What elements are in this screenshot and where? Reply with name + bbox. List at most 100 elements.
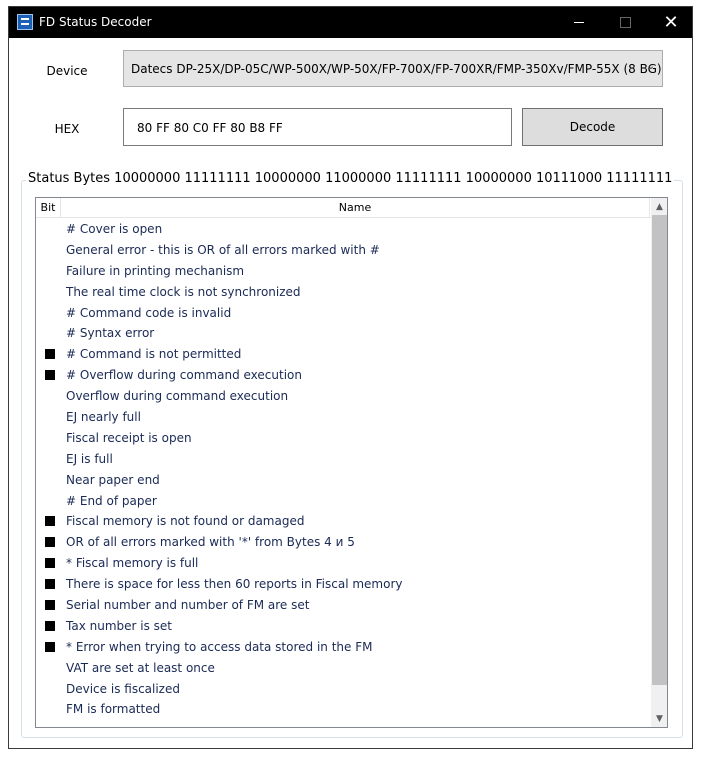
list-item-name: # End of paper [66, 493, 157, 508]
status-bits-list[interactable]: Bit Name # Cover is open General error - … [35, 197, 668, 728]
list-item[interactable]: * Fiscal memory is full [36, 553, 651, 574]
list-item[interactable]: # End of paper [36, 491, 651, 512]
bit-clear-icon [45, 704, 55, 714]
decode-button[interactable]: Decode [522, 108, 663, 146]
list-item-name: Tax number is set [66, 618, 173, 633]
bit-set-icon [45, 349, 55, 360]
scrollbar-thumb[interactable] [652, 215, 667, 685]
list-item[interactable]: Overflow during command execution [36, 386, 651, 407]
minimize-button[interactable] [556, 7, 602, 38]
list-item[interactable]: OR of all errors marked with '*' from By… [36, 532, 651, 553]
list-item[interactable]: Tax number is set [36, 616, 651, 637]
list-item[interactable]: Serial number and number of FM are set [36, 595, 651, 616]
list-item-name: # Command is not permitted [66, 347, 242, 362]
close-icon: ✕ [663, 12, 679, 33]
list-item-name: Near paper end [66, 472, 160, 487]
bit-clear-icon [45, 308, 55, 318]
list-item[interactable]: # Cover is open [36, 219, 651, 240]
list-item-name: General error - this is OR of all errors… [66, 242, 380, 257]
bit-set-icon [45, 537, 55, 548]
hex-label: HEX [54, 122, 80, 136]
app-window: FD Status Decoder ✕ Device Datecs DP-25X… [8, 6, 693, 749]
list-item-name: The real time clock is not synchronized [66, 284, 301, 299]
bit-set-icon [45, 558, 55, 569]
scroll-down-icon[interactable]: ▼ [651, 710, 667, 727]
bit-set-icon [45, 620, 55, 631]
list-item[interactable]: # Command code is invalid [36, 303, 651, 324]
list-item-name: # Cover is open [66, 222, 163, 236]
list-item[interactable]: VAT are set at least once [36, 658, 651, 679]
list-item[interactable]: Near paper end [36, 470, 651, 491]
list-rows: # Cover is open General error - this is O… [36, 219, 651, 720]
list-item-name: VAT are set at least once [66, 660, 215, 675]
bit-clear-icon [45, 245, 55, 255]
bit-clear-icon [45, 391, 55, 401]
list-item[interactable]: # Syntax error [36, 323, 651, 344]
bit-clear-icon [45, 412, 55, 422]
bit-clear-icon [45, 475, 55, 485]
minimize-icon [574, 22, 584, 23]
status-bytes-title: Status Bytes 10000000 11111111 10000000 … [26, 170, 675, 188]
device-label: Device [46, 64, 88, 78]
window-title: FD Status Decoder [39, 15, 152, 29]
device-combobox-value: Datecs DP-25X/DP-05C/WP-500X/WP-50X/FP-7… [131, 62, 662, 76]
bit-clear-icon [45, 684, 55, 694]
list-item[interactable]: # Overflow during command execution [36, 365, 651, 386]
list-item[interactable]: Failure in printing mechanism [36, 261, 651, 282]
list-item[interactable]: Device is fiscalized [36, 679, 651, 700]
bit-set-icon [45, 370, 55, 381]
list-item-name: * Error when trying to access data store… [66, 639, 373, 654]
list-item-name: Serial number and number of FM are set [66, 598, 310, 613]
list-item-name: EJ is full [66, 451, 113, 466]
maximize-icon [619, 17, 631, 28]
list-item[interactable]: General error - this is OR of all errors… [36, 240, 651, 261]
column-header-bit[interactable]: Bit [36, 198, 61, 217]
bit-set-icon [45, 600, 55, 611]
list-item-name: OR of all errors marked with '*' from By… [66, 535, 355, 550]
list-item[interactable]: * Error when trying to access data store… [36, 637, 651, 658]
bit-clear-icon [45, 266, 55, 276]
list-item-name: There is space for less then 60 reports … [66, 577, 403, 592]
hex-input-value: 80 FF 80 C0 FF 80 B8 FF [137, 121, 283, 135]
list-item-name: EJ nearly full [66, 410, 141, 425]
bit-clear-icon [45, 496, 55, 506]
list-item[interactable]: EJ nearly full [36, 407, 651, 428]
close-button[interactable]: ✕ [648, 7, 694, 38]
list-item-name: # Syntax error [66, 326, 155, 341]
bit-clear-icon [45, 454, 55, 464]
scroll-up-icon[interactable]: ▲ [651, 198, 667, 215]
maximize-button[interactable] [602, 7, 648, 38]
bit-set-icon [45, 516, 55, 527]
list-item-name: Fiscal memory is not found or damaged [66, 514, 305, 529]
list-item[interactable]: The real time clock is not synchronized [36, 282, 651, 303]
list-item[interactable]: # Command is not permitted [36, 344, 651, 365]
vertical-scrollbar[interactable]: ▲ ▼ [651, 198, 667, 727]
list-item[interactable]: FM is formatted [36, 699, 651, 720]
list-item-name: FM is formatted [66, 702, 161, 717]
list-item[interactable]: Fiscal receipt is open [36, 428, 651, 449]
bit-set-icon [45, 579, 55, 590]
title-bar[interactable]: FD Status Decoder ✕ [9, 7, 692, 38]
list-item-name: Device is fiscalized [66, 681, 180, 696]
list-item-name: # Overflow during command execution [66, 368, 302, 383]
list-item[interactable]: EJ is full [36, 449, 651, 470]
list-item-name: Overflow during command execution [66, 389, 289, 404]
bit-clear-icon [45, 328, 55, 338]
bit-clear-icon [45, 663, 55, 673]
chevron-down-icon: ⌄ [646, 61, 655, 72]
column-header-name[interactable]: Name [61, 198, 650, 217]
list-item-name: Fiscal receipt is open [66, 430, 192, 445]
hex-input[interactable]: 80 FF 80 C0 FF 80 B8 FF [123, 108, 512, 146]
list-header: Bit Name [36, 198, 651, 218]
bit-clear-icon [45, 433, 55, 443]
bit-clear-icon [45, 224, 55, 234]
list-item-name: * Fiscal memory is full [66, 556, 199, 571]
list-item[interactable]: Fiscal memory is not found or damaged [36, 511, 651, 532]
list-item-name: Failure in printing mechanism [66, 263, 245, 278]
bit-set-icon [45, 641, 55, 652]
device-combobox[interactable]: Datecs DP-25X/DP-05C/WP-500X/WP-50X/FP-7… [123, 50, 663, 87]
list-item-name: # Command code is invalid [66, 305, 232, 320]
app-icon [17, 14, 33, 30]
bit-clear-icon [45, 287, 55, 297]
list-item[interactable]: There is space for less then 60 reports … [36, 574, 651, 595]
